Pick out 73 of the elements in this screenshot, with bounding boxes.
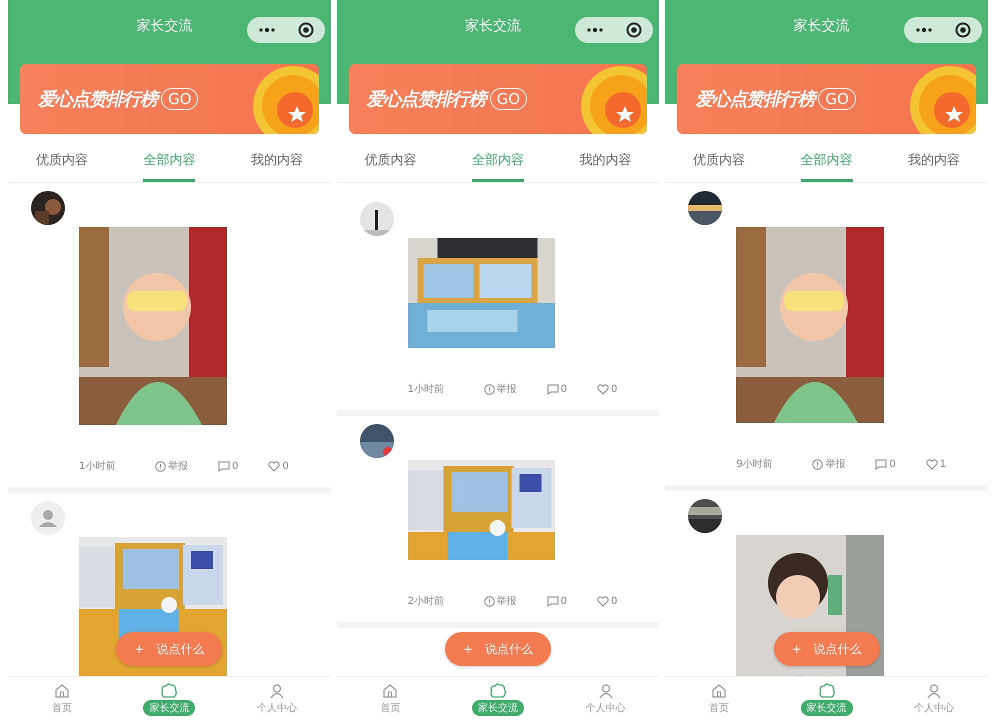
tab[interactable]: 我的内容 xyxy=(580,151,632,182)
person-icon xyxy=(268,683,285,699)
tab[interactable]: 我的内容 xyxy=(250,151,303,182)
comment-button[interactable]: 0 xyxy=(218,460,238,472)
comment-icon xyxy=(546,384,559,394)
alert-icon xyxy=(484,384,495,394)
more-icon[interactable] xyxy=(586,27,604,33)
nav-item[interactable]: 个人中心 xyxy=(242,683,312,722)
heart-icon xyxy=(268,460,280,472)
ranking-banner[interactable]: 爱心点赞排行榜 GO xyxy=(677,64,976,134)
nav-item[interactable]: 家长交流 xyxy=(792,683,862,722)
post-time: 2小时前 xyxy=(408,594,446,608)
report-button[interactable]: 举报 xyxy=(812,457,846,471)
person-icon xyxy=(598,683,614,699)
tab[interactable]: 全部内容 xyxy=(472,151,524,182)
go-button[interactable]: GO xyxy=(161,88,198,110)
like-button[interactable]: 0 xyxy=(268,460,289,472)
tab[interactable]: 全部内容 xyxy=(800,151,853,182)
page-title: 家长交流 xyxy=(464,17,521,36)
tab[interactable]: 优质内容 xyxy=(693,151,746,182)
capsule-menu[interactable] xyxy=(904,17,982,43)
ranking-banner[interactable]: 爱心点赞排行榜 GO xyxy=(348,64,648,134)
heart-icon xyxy=(597,384,610,394)
capsule-menu[interactable] xyxy=(575,17,654,43)
comment-icon xyxy=(218,460,230,472)
heart-icon xyxy=(926,458,938,470)
home-icon xyxy=(382,683,398,699)
post-button[interactable]: + 说点什么 xyxy=(116,632,222,666)
comment-button[interactable]: 0 xyxy=(546,384,568,394)
person-icon xyxy=(926,683,942,699)
report-button[interactable]: 举报 xyxy=(155,459,188,473)
nav-item[interactable]: 首页 xyxy=(26,683,97,722)
alert-icon xyxy=(812,458,824,470)
more-icon[interactable] xyxy=(914,27,933,33)
more-icon[interactable] xyxy=(258,27,276,33)
cloud-icon xyxy=(818,683,836,699)
post-time: 1小时前 xyxy=(79,460,116,473)
tab[interactable]: 优质内容 xyxy=(36,151,88,182)
capsule-menu[interactable] xyxy=(246,17,325,43)
like-button[interactable]: 0 xyxy=(597,384,618,394)
nav-item[interactable]: 家长交流 xyxy=(134,683,204,722)
cloud-icon xyxy=(488,683,507,699)
post-time: 1小时前 xyxy=(408,382,446,396)
like-button[interactable]: 0 xyxy=(597,596,618,606)
comment-button[interactable]: 0 xyxy=(875,458,896,470)
page-title: 家长交流 xyxy=(136,17,192,36)
comment-button[interactable]: 0 xyxy=(546,596,568,606)
cloud-icon xyxy=(160,683,178,699)
home-icon xyxy=(54,683,70,699)
report-button[interactable]: 举报 xyxy=(484,382,517,396)
comment-icon xyxy=(546,596,559,606)
tab[interactable]: 全部内容 xyxy=(143,151,196,182)
home-icon xyxy=(711,683,728,699)
alert-icon xyxy=(155,460,166,472)
alert-icon xyxy=(484,596,495,606)
heart-icon xyxy=(597,596,610,606)
nav-item[interactable]: 家长交流 xyxy=(462,683,533,722)
nav-item[interactable]: 个人中心 xyxy=(899,683,970,722)
post-button[interactable]: + 说点什么 xyxy=(444,632,551,666)
nav-item[interactable]: 首页 xyxy=(684,683,754,722)
tab[interactable]: 我的内容 xyxy=(908,151,960,182)
post-button[interactable]: + 说点什么 xyxy=(774,632,880,666)
like-button[interactable]: 1 xyxy=(926,458,946,470)
nav-item[interactable]: 个人中心 xyxy=(570,683,641,722)
tab[interactable]: 优质内容 xyxy=(364,151,416,182)
comment-icon xyxy=(875,458,888,470)
go-button[interactable]: GO xyxy=(818,88,856,110)
page-title: 家长交流 xyxy=(794,17,850,36)
post-time: 9小时前 xyxy=(736,458,774,471)
nav-item[interactable]: 首页 xyxy=(355,683,426,722)
report-button[interactable]: 举报 xyxy=(484,594,517,608)
ranking-banner[interactable]: 爱心点赞排行榜 GO xyxy=(20,64,319,134)
go-button[interactable]: GO xyxy=(490,88,528,110)
